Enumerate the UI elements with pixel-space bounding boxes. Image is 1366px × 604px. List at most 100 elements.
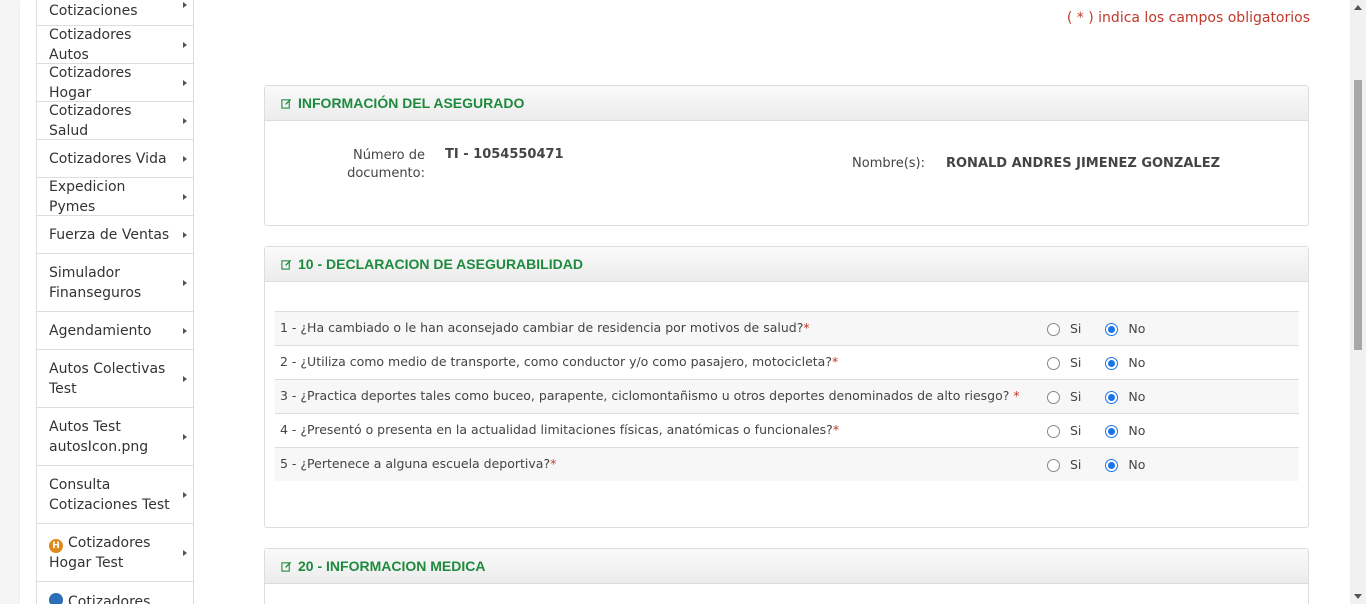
sidebar-item-cotizaciones[interactable]: Cotizaciones (37, 0, 193, 26)
question-row: 2 - ¿Utiliza como medio de transporte, c… (275, 345, 1299, 379)
caret-right-icon (183, 491, 187, 498)
sidebar-item-label-wrap: H Cotizadores Hogar Test (49, 533, 175, 573)
option-no[interactable]: No (1105, 320, 1145, 338)
sidebar-item-cotizadores-hogar-test[interactable]: H Cotizadores Hogar Test (37, 524, 193, 582)
insured-info-body: Número de documento: TI - 1054550471 Nom… (265, 121, 1308, 225)
insurability-declaration-panel: 10 - DECLARACION DE ASEGURABILIDAD 1 - ¿… (264, 246, 1309, 528)
caret-right-icon (183, 193, 187, 200)
house-badge-icon: H (49, 538, 63, 553)
panel-header: 20 - INFORMACION MEDICA (265, 549, 1308, 584)
panel-title: 10 - DECLARACION DE ASEGURABILIDAD (298, 256, 583, 272)
answer-options: Si No (1047, 353, 1293, 372)
sidebar-item-label: Consulta Cotizaciones Test (49, 476, 170, 513)
option-si[interactable]: Si (1047, 456, 1081, 474)
question-text: 3 - ¿Practica deportes tales como buceo,… (280, 388, 1020, 403)
name-label: Nombre(s): (852, 156, 925, 171)
sidebar-item-label: Cotizadores Hogar (49, 64, 132, 101)
panel-title: 20 - INFORMACION MEDICA (298, 558, 486, 574)
answer-options: Si No (1047, 387, 1293, 406)
edit-icon (281, 561, 292, 572)
radio-si[interactable] (1047, 323, 1060, 336)
question-text: 1 - ¿Ha cambiado o le han aconsejado cam… (280, 320, 810, 335)
sidebar-item-label: Simulador Finanseguros (49, 264, 142, 301)
sidebar-item-agendamiento[interactable]: Agendamiento (37, 312, 193, 350)
scroll-up-icon[interactable] (1354, 5, 1362, 10)
scrollbar-thumb[interactable] (1354, 80, 1362, 350)
edit-icon (281, 98, 292, 109)
sidebar-item-label: Cotizaciones (49, 2, 138, 19)
radio-si[interactable] (1047, 459, 1060, 472)
question-text: 4 - ¿Presentó o presenta en la actualida… (280, 422, 840, 437)
sidebar-item-label: Cotizadores Autos (49, 26, 132, 63)
sidebar-item-label: Cotizadores Hogar Test (49, 534, 151, 571)
sidebar-item-cotizadores-salud[interactable]: Cotizadores Salud (37, 102, 193, 140)
sidebar-item-expedicion-pymes[interactable]: Expedicion Pymes (37, 178, 193, 216)
sidebar-item-label: Autos Test autosIcon.png (49, 418, 149, 455)
answer-options: Si No (1047, 421, 1293, 440)
option-si[interactable]: Si (1047, 422, 1081, 440)
panel-header: INFORMACIÓN DEL ASEGURADO (265, 86, 1308, 121)
option-no[interactable]: No (1105, 388, 1145, 406)
option-no[interactable]: No (1105, 456, 1145, 474)
question-text: 5 - ¿Pertenece a alguna escuela deportiv… (280, 456, 557, 471)
question-text: 2 - ¿Utiliza como medio de transporte, c… (280, 354, 839, 369)
radio-no[interactable] (1105, 459, 1119, 472)
radio-si[interactable] (1047, 357, 1060, 370)
caret-right-icon (183, 375, 187, 382)
medical-info-panel: 20 - INFORMACION MEDICA (264, 548, 1309, 604)
answer-options: Si No (1047, 319, 1293, 338)
caret-right-icon (183, 433, 187, 440)
panel-title: INFORMACIÓN DEL ASEGURADO (298, 95, 525, 111)
question-row: 5 - ¿Pertenece a alguna escuela deportiv… (275, 447, 1299, 481)
sidebar-item-simulador-finanseguros[interactable]: Simulador Finanseguros (37, 254, 193, 312)
sidebar-item-consulta-cotizaciones-test[interactable]: Consulta Cotizaciones Test (37, 466, 193, 524)
caret-right-icon (183, 549, 187, 556)
question-row: 1 - ¿Ha cambiado o le han aconsejado cam… (275, 311, 1299, 345)
questions-table: 1 - ¿Ha cambiado o le han aconsejado cam… (275, 311, 1299, 481)
sidebar-item-label: Fuerza de Ventas (49, 226, 170, 243)
sidebar-item-cotizadores-partial[interactable]: Cotizadores (37, 582, 193, 604)
radio-no[interactable] (1105, 391, 1119, 404)
sidebar-item-autos-test[interactable]: Autos Test autosIcon.png (37, 408, 193, 466)
radio-no[interactable] (1105, 357, 1119, 370)
caret-right-icon (183, 1, 187, 8)
answer-options: Si No (1047, 455, 1293, 474)
sidebar-item-label-wrap: Cotizadores (49, 592, 150, 604)
sidebar-panel: Cotizaciones Cotizadores Autos Cotizador… (20, 0, 210, 604)
radio-no[interactable] (1105, 425, 1119, 438)
sidebar-item-cotizadores-vida[interactable]: Cotizadores Vida (37, 140, 193, 178)
sidebar-menu: Cotizaciones Cotizadores Autos Cotizador… (36, 0, 194, 604)
edit-icon (281, 259, 292, 270)
sidebar-item-label: Cotizadores (68, 594, 151, 604)
caret-right-icon (183, 155, 187, 162)
caret-right-icon (183, 79, 187, 86)
scroll-down-icon[interactable] (1354, 594, 1362, 599)
option-si[interactable]: Si (1047, 354, 1081, 372)
question-row: 4 - ¿Presentó o presenta en la actualida… (275, 413, 1299, 447)
insured-info-panel: INFORMACIÓN DEL ASEGURADO Número de docu… (264, 85, 1309, 226)
panel-header: 10 - DECLARACION DE ASEGURABILIDAD (265, 247, 1308, 282)
option-si[interactable]: Si (1047, 320, 1081, 338)
sidebar-item-label: Autos Colectivas Test (49, 360, 166, 397)
name-value: RONALD ANDRES JIMENEZ GONZALEZ (946, 156, 1220, 171)
required-fields-note: ( * ) indica los campos obligatorios (1066, 10, 1310, 26)
option-no[interactable]: No (1105, 422, 1145, 440)
caret-right-icon (183, 41, 187, 48)
question-row: 3 - ¿Practica deportes tales como buceo,… (275, 379, 1299, 413)
radio-si[interactable] (1047, 391, 1060, 404)
option-no[interactable]: No (1105, 354, 1145, 372)
page-scrollbar[interactable] (1350, 0, 1366, 604)
sidebar-item-cotizadores-autos[interactable]: Cotizadores Autos (37, 26, 193, 64)
document-number-label: Número de documento: (347, 148, 425, 181)
sidebar-item-label: Cotizadores Salud (49, 102, 132, 139)
blue-badge-icon (49, 593, 63, 604)
main-content: ( * ) indica los campos obligatorios INF… (210, 0, 1350, 604)
caret-right-icon (183, 117, 187, 124)
sidebar-item-cotizadores-hogar[interactable]: Cotizadores Hogar (37, 64, 193, 102)
document-number-value: TI - 1054550471 (445, 147, 564, 162)
radio-no[interactable] (1105, 323, 1119, 336)
sidebar-item-autos-colectivas-test[interactable]: Autos Colectivas Test (37, 350, 193, 408)
option-si[interactable]: Si (1047, 388, 1081, 406)
sidebar-item-fuerza-de-ventas[interactable]: Fuerza de Ventas (37, 216, 193, 254)
radio-si[interactable] (1047, 425, 1060, 438)
